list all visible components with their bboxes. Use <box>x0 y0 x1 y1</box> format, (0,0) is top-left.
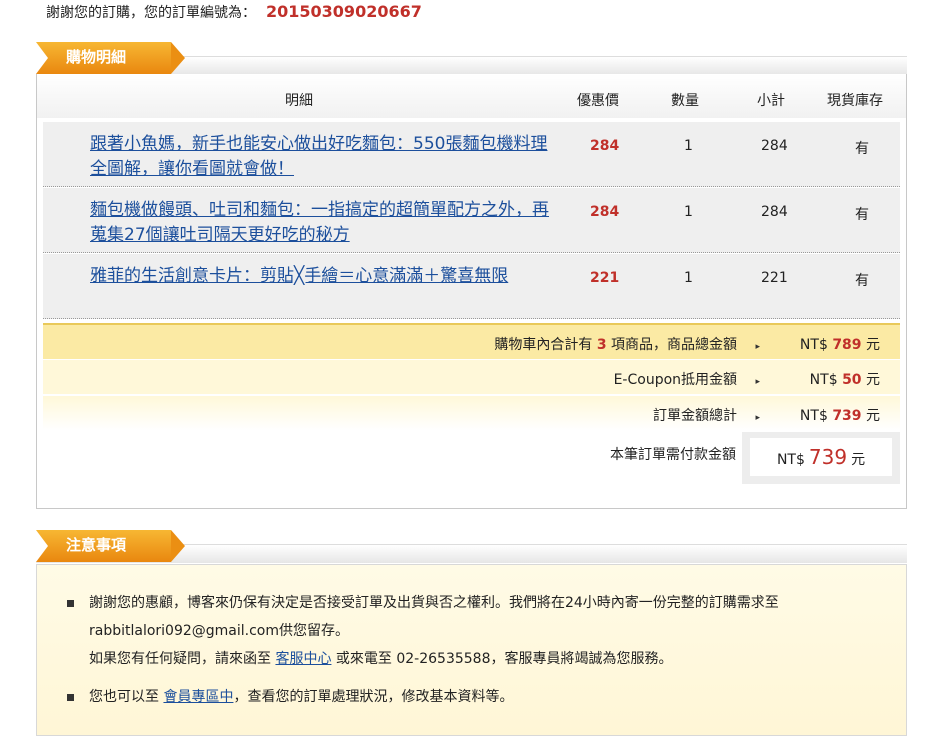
cart-section-title: 購物明細 <box>36 42 185 74</box>
table-row: 跟著小魚媽，新手也能安心做出好吃麵包：550張麵包機料理全圖解，讓你看圖就會做！… <box>43 122 900 187</box>
cart-total-row: 購物車內合計有 3 項商品，商品總金額 ▸ NT$ 789 元 <box>43 323 900 359</box>
table-row: 麵包機做饅頭、吐司和麵包：一指搞定的超簡單配方之外，再蒐集27個讓吐司隔天更好吃… <box>43 188 900 253</box>
list-item: 謝謝您的惠顧，博客來仍保有決定是否接受訂單及出貨與否之權利。我們將在24小時內寄… <box>67 589 867 673</box>
order-confirmation: 謝謝您的訂購，您的訂單編號為： 20150309020667 <box>46 2 422 22</box>
caret-right-icon: ▸ <box>755 377 760 387</box>
caret-right-icon: ▸ <box>755 413 760 423</box>
item-stock: 有 <box>855 273 869 289</box>
pay-amount-box: NT$ 739 元 <box>742 432 900 484</box>
bullet-square-icon <box>67 694 74 701</box>
order-label: 謝謝您的訂購，您的訂單編號為： <box>46 5 256 21</box>
item-title-link[interactable]: 雅菲的生活創意卡片：剪貼╳手繪＝心意滿滿＋驚喜無限 <box>90 264 560 289</box>
bullet-square-icon <box>67 600 74 607</box>
cart-panel: 明細 優惠價 數量 小計 現貨庫存 跟著小魚媽，新手也能安心做出好吃麵包：550… <box>36 74 907 509</box>
member-area-link[interactable]: 會員專區中 <box>163 689 233 705</box>
order-total-row: 訂單金額總計 ▸ NT$ 739 元 <box>43 396 900 430</box>
item-price: 221 <box>590 270 620 286</box>
coupon-value: NT$ 50 元 <box>809 372 880 388</box>
col-qty: 數量 <box>671 93 699 109</box>
item-qty: 1 <box>684 204 693 220</box>
notice-section-header: 注意事項 <box>36 530 907 564</box>
column-header: 明細 優惠價 數量 小計 現貨庫存 <box>37 74 906 118</box>
item-subtotal: 221 <box>761 270 788 286</box>
cart-section-header: 購物明細 <box>36 42 907 76</box>
pay-amount: 739 <box>808 445 848 469</box>
cart-total-value: NT$ 789 元 <box>799 337 880 353</box>
order-total-label: 訂單金額總計 <box>653 408 738 424</box>
order-number: 20150309020667 <box>266 2 422 21</box>
item-stock: 有 <box>855 141 869 157</box>
order-total-value: NT$ 739 元 <box>799 408 880 424</box>
col-subtotal: 小計 <box>757 93 785 109</box>
item-title-link[interactable]: 麵包機做饅頭、吐司和麵包：一指搞定的超簡單配方之外，再蒐集27個讓吐司隔天更好吃… <box>90 198 560 248</box>
cart-total-prefix: 購物車內合計有 <box>494 337 593 353</box>
item-subtotal: 284 <box>761 138 788 154</box>
notice-list: 謝謝您的惠顧，博客來仍保有決定是否接受訂單及出貨與否之權利。我們將在24小時內寄… <box>67 589 867 721</box>
item-stock: 有 <box>855 207 869 223</box>
item-subtotal: 284 <box>761 204 788 220</box>
cart-item-count: 3 <box>596 337 607 353</box>
item-qty: 1 <box>684 138 693 154</box>
pay-amount-label: 本筆訂單需付款金額 <box>610 447 736 463</box>
notice-panel: 謝謝您的惠顧，博客來仍保有決定是否接受訂單及出貨與否之權利。我們將在24小時內寄… <box>36 564 907 736</box>
item-price: 284 <box>590 204 620 220</box>
coupon-label: E-Coupon抵用金額 <box>613 372 738 388</box>
cart-total-suffix: 項商品，商品總金額 <box>611 337 738 353</box>
caret-right-icon: ▸ <box>755 342 760 352</box>
item-title-link[interactable]: 跟著小魚媽，新手也能安心做出好吃麵包：550張麵包機料理全圖解，讓你看圖就會做！ <box>90 132 560 182</box>
notice-text: 謝謝您的惠顧，博客來仍保有決定是否接受訂單及出貨與否之權利。我們將在24小時內寄… <box>89 595 779 639</box>
item-qty: 1 <box>684 270 693 286</box>
item-price: 284 <box>590 138 620 154</box>
coupon-row: E-Coupon抵用金額 ▸ NT$ 50 元 <box>43 360 900 394</box>
col-detail: 明細 <box>285 93 313 109</box>
list-item: 您也可以至 會員專區中，查看您的訂單處理狀況，修改基本資料等。 <box>67 683 867 711</box>
customer-service-link[interactable]: 客服中心 <box>275 651 331 667</box>
notice-section-title: 注意事項 <box>36 530 185 562</box>
table-row: 雅菲的生活創意卡片：剪貼╳手繪＝心意滿滿＋驚喜無限 221 1 221 有 <box>43 254 900 319</box>
col-price: 優惠價 <box>577 93 619 109</box>
col-stock: 現貨庫存 <box>827 93 883 109</box>
